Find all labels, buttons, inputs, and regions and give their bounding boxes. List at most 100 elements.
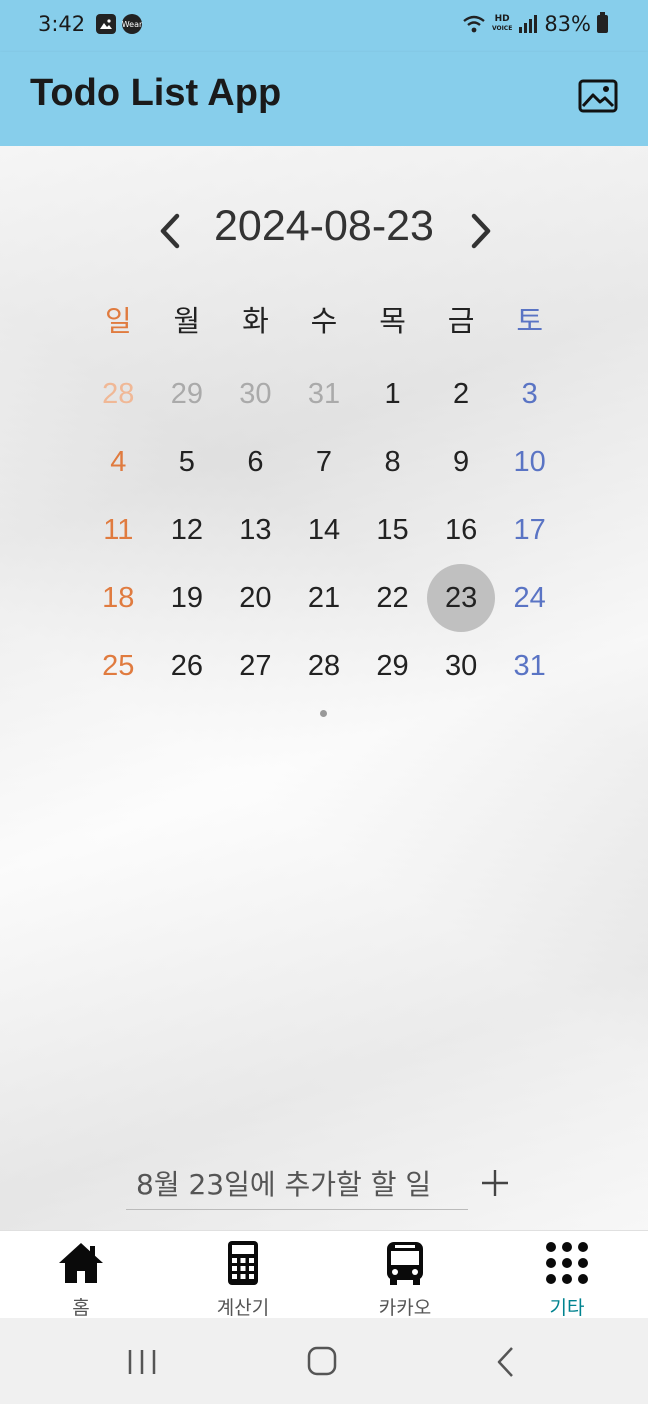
day-number: 20 — [239, 582, 272, 614]
calendar-day[interactable]: 22 — [358, 564, 427, 632]
calendar-day[interactable]: 28 — [84, 360, 153, 428]
back-icon[interactable] — [486, 1344, 526, 1380]
day-number: 12 — [170, 514, 203, 546]
day-number: 8 — [384, 446, 401, 478]
calendar-day[interactable]: 27 — [221, 632, 290, 700]
status-system-icons: HD VOICE 83% — [462, 12, 608, 36]
calendar-day[interactable]: 31 — [290, 360, 359, 428]
app-bar: Todo List App — [0, 52, 648, 146]
day-number: 21 — [307, 582, 341, 614]
weekday-label: 목 — [379, 304, 406, 338]
nav-item-kakao[interactable]: 카카오 — [324, 1231, 486, 1319]
nav-label: 카카오 — [378, 1297, 432, 1319]
day-number: 11 — [103, 514, 134, 546]
calendar-day[interactable]: 30 — [221, 360, 290, 428]
calendar-week: 4 5 6 7 8 9 10 — [84, 428, 564, 496]
calendar-day[interactable]: 16 — [427, 496, 496, 564]
nav-label: 홈 — [72, 1297, 90, 1319]
day-number: 5 — [178, 446, 195, 478]
calendar-day[interactable]: 25 — [84, 632, 153, 700]
weekday-label: 토 — [516, 304, 543, 338]
calendar-day[interactable]: 20 — [221, 564, 290, 632]
page-indicator-dot — [320, 710, 327, 717]
calendar-day[interactable]: 19 — [153, 564, 222, 632]
calendar-day[interactable]: 7 — [290, 428, 359, 496]
calendar-day[interactable]: 29 — [358, 632, 427, 700]
recent-apps-icon[interactable] — [122, 1344, 162, 1380]
app-title: Todo List App — [30, 72, 282, 114]
calendar-day[interactable]: 1 — [358, 360, 427, 428]
calendar-day[interactable]: 10 — [495, 428, 564, 496]
calendar-content: 2024-08-23 일 월 화 수 목 금 토 28 29 30 31 1 2… — [0, 146, 648, 1230]
day-number: 10 — [513, 446, 546, 478]
calendar-day[interactable]: 15 — [358, 496, 427, 564]
day-number: 28 — [102, 378, 135, 410]
day-number: 4 — [110, 446, 127, 478]
calendar-day[interactable]: 4 — [84, 428, 153, 496]
calendar-week: 18 19 20 21 22 23 24 — [84, 564, 564, 632]
day-number: 25 — [102, 650, 135, 682]
day-number: 2 — [453, 378, 470, 410]
day-number: 29 — [376, 650, 409, 682]
day-number: 30 — [444, 650, 478, 682]
calendar-day[interactable]: 8 — [358, 428, 427, 496]
battery-icon — [597, 12, 608, 33]
todo-input[interactable]: 8월 23일에 추가할 할 일 — [126, 1160, 468, 1210]
grid-dots-icon — [546, 1242, 588, 1284]
weekday-label: 수 — [310, 304, 338, 338]
calendar-day[interactable]: 11 — [84, 496, 153, 564]
calendar-grid: 일 월 화 수 목 금 토 28 29 30 31 1 2 3 4 5 6 7 … — [84, 296, 564, 700]
day-number: 9 — [453, 446, 470, 478]
chevron-right-icon[interactable] — [464, 208, 496, 254]
calendar-day[interactable]: 28 — [290, 632, 359, 700]
weekday-label: 금 — [447, 304, 475, 338]
bus-icon — [387, 1242, 423, 1285]
day-number: 17 — [513, 514, 546, 546]
day-number: 13 — [239, 514, 272, 546]
status-time: 3:42 — [38, 12, 86, 36]
home-button-icon[interactable] — [302, 1344, 342, 1380]
nav-label: 계산기 — [216, 1297, 270, 1319]
wear-icon: Wear — [122, 14, 142, 34]
day-number: 31 — [513, 650, 546, 682]
image-icon[interactable] — [578, 78, 618, 114]
plus-icon[interactable] — [478, 1166, 512, 1200]
calendar-day[interactable]: 2 — [427, 360, 496, 428]
calculator-icon — [228, 1241, 258, 1285]
calendar-day[interactable]: 12 — [153, 496, 222, 564]
calendar-day[interactable]: 18 — [84, 564, 153, 632]
calendar-day[interactable]: 17 — [495, 496, 564, 564]
calendar-day[interactable]: 13 — [221, 496, 290, 564]
calendar-day[interactable]: 31 — [495, 632, 564, 700]
calendar-week: 11 12 13 14 15 16 17 — [84, 496, 564, 564]
nav-item-calculator[interactable]: 계산기 — [162, 1231, 324, 1319]
chevron-left-icon[interactable] — [155, 208, 187, 254]
calendar-day[interactable]: 24 — [495, 564, 564, 632]
system-navigation-bar — [0, 1318, 648, 1404]
weekday-header: 일 월 화 수 목 금 토 — [84, 296, 564, 346]
hd-voice-icon: HD VOICE — [492, 15, 512, 33]
day-number: 7 — [315, 446, 333, 478]
calendar-day[interactable]: 5 — [153, 428, 222, 496]
calendar-day[interactable]: 9 — [427, 428, 496, 496]
gallery-icon — [96, 14, 116, 34]
day-number: 19 — [170, 582, 203, 614]
calendar-week: 28 29 30 31 1 2 3 — [84, 360, 564, 428]
day-number: 26 — [170, 650, 203, 682]
calendar-day[interactable]: 6 — [221, 428, 290, 496]
calendar-day[interactable]: 14 — [290, 496, 359, 564]
calendar-day[interactable]: 21 — [290, 564, 359, 632]
day-number: 6 — [247, 446, 264, 478]
calendar-day[interactable]: 3 — [495, 360, 564, 428]
status-bar: 3:42 Wear HD VOICE 83% — [0, 0, 648, 52]
signal-icon — [519, 15, 538, 33]
calendar-day-selected[interactable]: 23 — [426, 564, 496, 632]
day-number: 3 — [521, 378, 538, 410]
bottom-navigation: 홈 계산기 카카오 기타 — [0, 1230, 648, 1319]
calendar-day[interactable]: 29 — [153, 360, 222, 428]
home-icon — [59, 1243, 103, 1283]
calendar-day[interactable]: 30 — [427, 632, 496, 700]
nav-item-home[interactable]: 홈 — [0, 1231, 162, 1319]
nav-item-more[interactable]: 기타 — [486, 1231, 648, 1319]
calendar-day[interactable]: 26 — [153, 632, 222, 700]
